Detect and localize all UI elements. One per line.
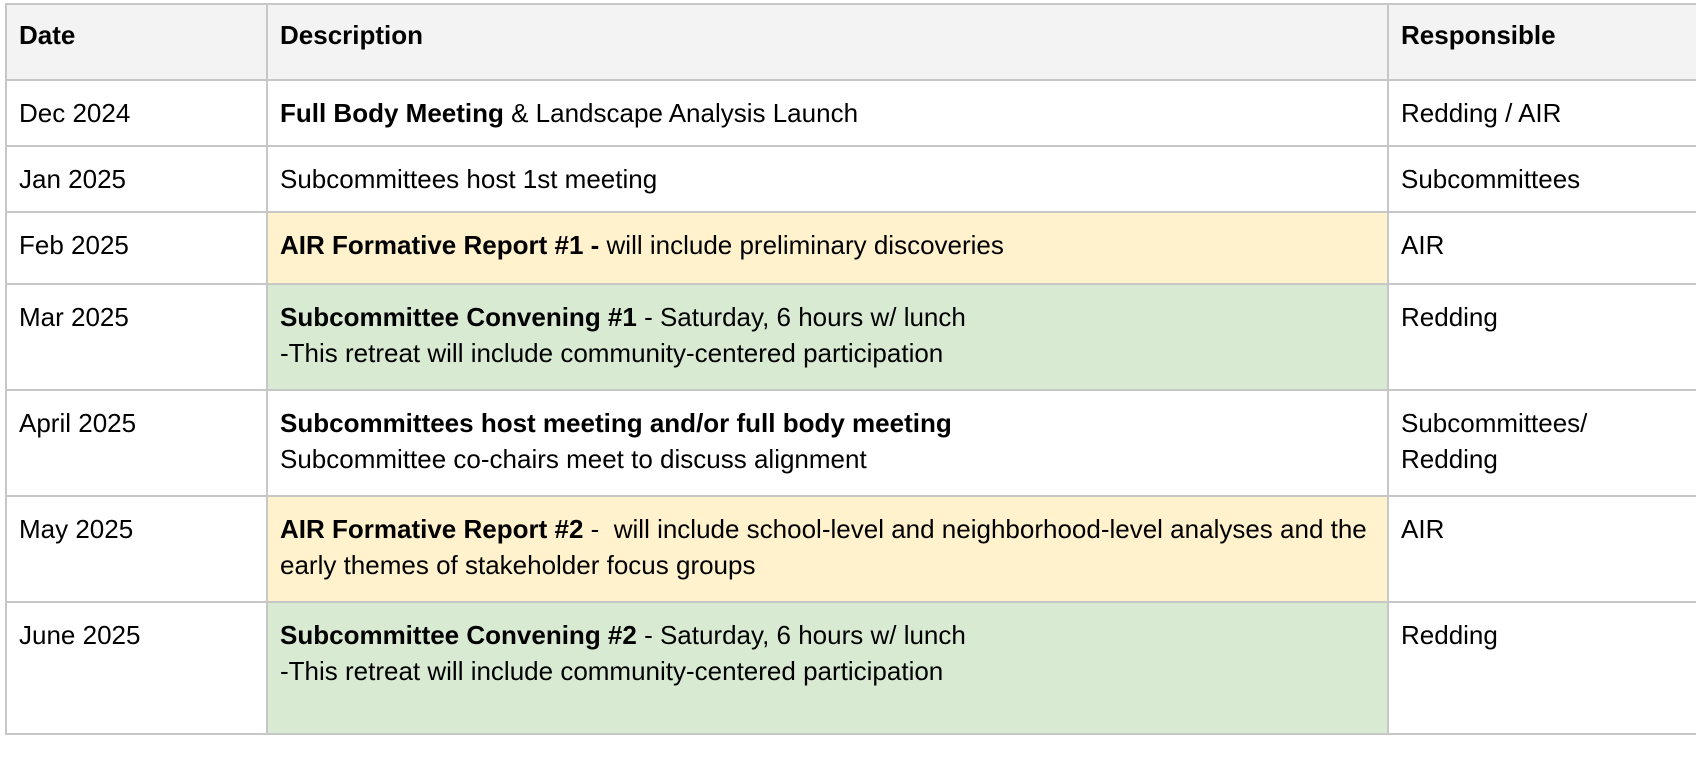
description-bold-text: AIR Formative Report #1 - bbox=[280, 230, 600, 260]
description-cell: AIR Formative Report #2 - will include s… bbox=[266, 495, 1389, 603]
description-bold-text: Subcommittee Convening #1 bbox=[280, 302, 637, 332]
date-cell: Jan 2025 bbox=[5, 145, 268, 213]
column-header-date: Date bbox=[5, 3, 268, 81]
description-text: will include preliminary discoveries bbox=[599, 230, 1004, 260]
column-header-description: Description bbox=[266, 3, 1389, 81]
table-row: Mar 2025 Subcommittee Convening #1 - Sat… bbox=[5, 283, 1696, 391]
table-row: April 2025 Subcommittees host meeting an… bbox=[5, 389, 1696, 497]
description-text: Subcommittees host 1st meeting bbox=[280, 164, 658, 194]
responsible-cell: Subcommittees bbox=[1387, 145, 1696, 213]
description-bold-text: Subcommittee Convening #2 bbox=[280, 620, 637, 650]
description-cell: Full Body Meeting & Landscape Analysis L… bbox=[266, 79, 1389, 147]
description-bold-text: Subcommittees host meeting and/or full b… bbox=[280, 408, 952, 438]
description-text: & Landscape Analysis Launch bbox=[503, 98, 859, 128]
date-cell: Dec 2024 bbox=[5, 79, 268, 147]
description-cell: Subcommittees host meeting and/or full b… bbox=[266, 389, 1389, 497]
description-bold-text: Full Body Meeting bbox=[280, 98, 504, 128]
description-second-line: Subcommittee co-chairs meet to discuss a… bbox=[280, 444, 867, 474]
date-cell: May 2025 bbox=[5, 495, 268, 603]
table-row: May 2025 AIR Formative Report #2 - will … bbox=[5, 495, 1696, 603]
date-cell: Mar 2025 bbox=[5, 283, 268, 391]
description-second-line: -This retreat will include community-cen… bbox=[280, 338, 944, 368]
responsible-cell: Redding / AIR bbox=[1387, 79, 1696, 147]
description-cell: Subcommittee Convening #1 - Saturday, 6 … bbox=[266, 283, 1389, 391]
table-row: Jan 2025 Subcommittees host 1st meeting … bbox=[5, 145, 1696, 213]
responsible-cell: Redding bbox=[1387, 601, 1696, 735]
table-row: Feb 2025 AIR Formative Report #1 - will … bbox=[5, 211, 1696, 285]
description-cell: AIR Formative Report #1 - will include p… bbox=[266, 211, 1389, 285]
description-second-line: -This retreat will include community-cen… bbox=[280, 656, 944, 686]
column-header-responsible: Responsible bbox=[1387, 3, 1696, 81]
table-row: Dec 2024 Full Body Meeting & Landscape A… bbox=[5, 79, 1696, 147]
date-cell: June 2025 bbox=[5, 601, 268, 735]
responsible-cell: Subcommittees/ Redding bbox=[1387, 389, 1696, 497]
responsible-cell: Redding bbox=[1387, 283, 1696, 391]
table-header-row: Date Description Responsible bbox=[5, 3, 1696, 81]
description-bold-text: AIR Formative Report #2 bbox=[280, 514, 584, 544]
description-text: - Saturday, 6 hours w/ lunch bbox=[636, 620, 966, 650]
responsible-cell: AIR bbox=[1387, 495, 1696, 603]
table-row: June 2025 Subcommittee Convening #2 - Sa… bbox=[5, 601, 1696, 735]
description-cell: Subcommittees host 1st meeting bbox=[266, 145, 1389, 213]
description-cell: Subcommittee Convening #2 - Saturday, 6 … bbox=[266, 601, 1389, 735]
description-text: - Saturday, 6 hours w/ lunch bbox=[636, 302, 966, 332]
date-cell: April 2025 bbox=[5, 389, 268, 497]
schedule-table: Date Description Responsible Dec 2024 Fu… bbox=[5, 3, 1696, 735]
responsible-cell: AIR bbox=[1387, 211, 1696, 285]
date-cell: Feb 2025 bbox=[5, 211, 268, 285]
